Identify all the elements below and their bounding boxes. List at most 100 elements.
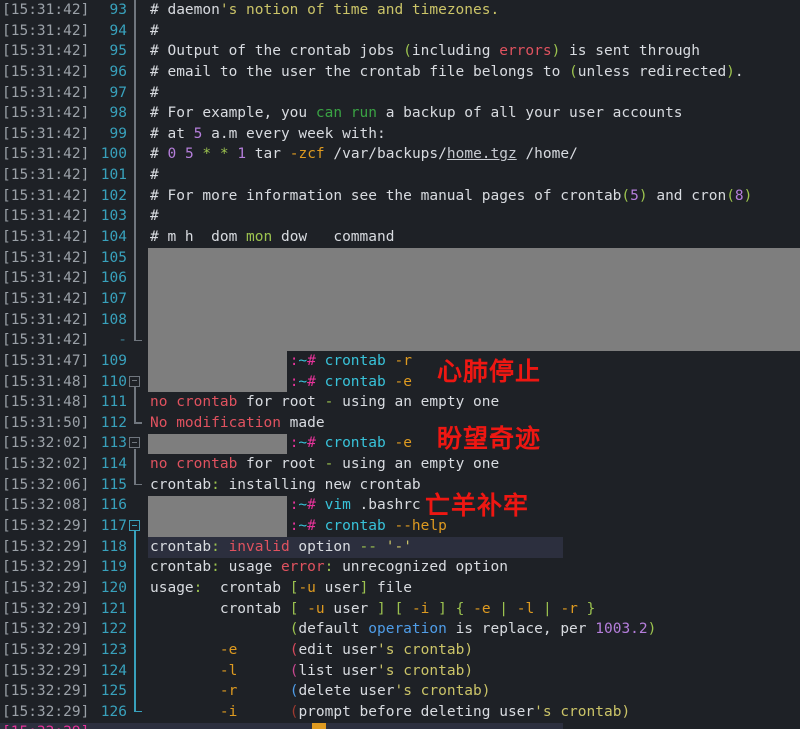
text-segment: # — [307, 497, 316, 513]
log-row[interactable]: [15:32:02]113 :~# crontab -e — [0, 433, 800, 454]
annotation-overlay: 盼望奇迹 — [437, 425, 541, 452]
text-segment: : — [211, 559, 220, 575]
log-row[interactable]: [15:31:50]112No modification made — [0, 413, 800, 434]
log-row[interactable]: [15:31:42]101# — [0, 165, 800, 186]
log-row[interactable]: [15:31:42]103# — [0, 206, 800, 227]
log-row[interactable]: [15:31:48]111no crontab for root - using… — [0, 392, 800, 413]
line-content: # at 5 a.m every week with: — [150, 124, 800, 145]
line-content: # daemon's notion of time and timezones. — [150, 0, 800, 21]
line-content: (default operation is replace, per 1003.… — [150, 619, 800, 640]
log-row[interactable]: [15:32:06]115crontab: installing new cro… — [0, 475, 800, 496]
fold-toggle-icon[interactable] — [129, 520, 140, 531]
text-segment: crontab — [150, 539, 211, 555]
log-row[interactable]: [15:32:29]124 -l (list user's crontab) — [0, 661, 800, 682]
log-row[interactable]: [15:32:29]119crontab: usage error: unrec… — [0, 557, 800, 578]
text-segment: No modification — [150, 415, 281, 431]
fold-guide-line — [134, 387, 136, 423]
text-segment: * — [220, 146, 229, 162]
fold-gutter — [127, 599, 150, 620]
text-segment: installing new crontab — [220, 477, 421, 493]
timestamp: [15:32:29] — [0, 599, 90, 620]
text-segment: # — [307, 374, 316, 390]
text-segment — [464, 601, 473, 617]
text-segment: crontab — [150, 559, 211, 575]
log-row[interactable]: [15:31:42]102# For more information see … — [0, 186, 800, 207]
line-number: 96 — [90, 62, 127, 83]
log-row[interactable]: [15:31:42]99# at 5 a.m every week with: — [0, 124, 800, 145]
text-segment — [534, 601, 543, 617]
text-segment — [578, 601, 587, 617]
log-row[interactable]: [15:31:42]94# — [0, 21, 800, 42]
text-segment: usage — [220, 559, 281, 575]
log-row[interactable]: [15:31:42]97# — [0, 83, 800, 104]
fold-toggle-icon[interactable] — [129, 437, 140, 448]
log-row[interactable]: [15:31:42]100# 0 5 * * 1 tar -zcf /var/b… — [0, 144, 800, 165]
line-number: 98 — [90, 103, 127, 124]
fold-gutter — [127, 722, 150, 729]
text-segment: .bashrc — [351, 497, 421, 513]
text-segment: including — [412, 43, 499, 59]
text-segment: -e — [386, 435, 412, 451]
log-row[interactable]: [15:31:42]98# For example, you can run a… — [0, 103, 800, 124]
text-segment — [150, 663, 220, 679]
text-segment: -u — [307, 601, 324, 617]
log-row[interactable]: [15:32:29]125 -r (delete user's crontab) — [0, 681, 800, 702]
fold-gutter — [127, 227, 150, 248]
timestamp: [15:31:42] — [0, 124, 90, 145]
text-segment — [176, 146, 185, 162]
line-content: no crontab for root - using an empty one — [150, 454, 800, 475]
timestamp: [15:31:47] — [0, 351, 90, 372]
log-row[interactable]: [15:32:29]117 :~# crontab --help — [0, 516, 800, 537]
fold-gutter — [127, 702, 150, 723]
log-row[interactable]: [15:32:08]116 :~# vim .bashrc — [0, 495, 800, 516]
log-row[interactable]: [15:32:29]118crontab: invalid option -- … — [0, 537, 800, 558]
text-segment: ] — [438, 601, 447, 617]
line-number: 120 — [90, 578, 127, 599]
log-row[interactable]: [15:32:29]122 (default operation is repl… — [0, 619, 800, 640]
text-segment: list user — [298, 663, 377, 679]
text-segment — [211, 146, 220, 162]
text-segment: operation — [368, 621, 447, 637]
text-segment: # — [150, 146, 167, 162]
text-segment: # — [307, 353, 316, 369]
text-segment: errors — [499, 43, 551, 59]
text-segment — [220, 539, 229, 555]
text-segment: usage — [150, 580, 194, 596]
log-row[interactable]: [15:31:48]110 :~# crontab -e — [0, 372, 800, 393]
timestamp: [15:32:29] — [0, 578, 90, 599]
line-content: -i (prompt before deleting user's cronta… — [150, 702, 800, 723]
text-segment: -i — [220, 704, 237, 720]
fold-toggle-icon[interactable] — [129, 376, 140, 387]
log-row[interactable]: [15:32:29] — [0, 722, 800, 729]
log-row[interactable]: [15:32:02]114no crontab for root - using… — [0, 454, 800, 475]
log-row[interactable]: [15:31:42]96# email to the user the cron… — [0, 62, 800, 83]
timestamp: [15:31:42] — [0, 268, 90, 289]
log-row[interactable]: [15:32:29]126 -i (prompt before deleting… — [0, 702, 800, 723]
log-row[interactable]: [15:31:42]95# Output of the crontab jobs… — [0, 41, 800, 62]
log-row[interactable]: [15:31:42]93# daemon's notion of time an… — [0, 0, 800, 21]
text-segment: is sent through — [560, 43, 700, 59]
line-content: # — [150, 21, 800, 42]
text-segment: crontab — [316, 435, 386, 451]
timestamp: [15:32:29] — [0, 619, 90, 640]
text-segment: /var/backups/ — [325, 146, 447, 162]
fold-gutter — [127, 433, 150, 454]
timestamp: [15:31:42] — [0, 227, 90, 248]
line-number: 126 — [90, 702, 127, 723]
log-row[interactable]: [15:31:42]104# m h dom mon dow command — [0, 227, 800, 248]
log-row[interactable]: [15:31:47]109 :~# crontab -r — [0, 351, 800, 372]
text-segment — [150, 642, 220, 658]
fold-gutter — [127, 537, 150, 558]
text-segment: ) — [648, 621, 657, 637]
line-number: 114 — [90, 454, 127, 475]
text-segment: edit user — [298, 642, 377, 658]
text-segment: ] — [360, 580, 369, 596]
log-row[interactable]: [15:32:29]120usage: crontab [-u user] fi… — [0, 578, 800, 599]
text-segment — [237, 642, 289, 658]
fold-gutter — [127, 681, 150, 702]
log-row[interactable]: [15:32:29]121 crontab [ -u user ] [ -i ]… — [0, 599, 800, 620]
line-number: 115 — [90, 475, 127, 496]
log-row[interactable]: [15:32:29]123 -e (edit user's crontab) — [0, 640, 800, 661]
text-segment: 's notion of time and timezones. — [220, 2, 499, 18]
text-segment: ( — [569, 64, 578, 80]
